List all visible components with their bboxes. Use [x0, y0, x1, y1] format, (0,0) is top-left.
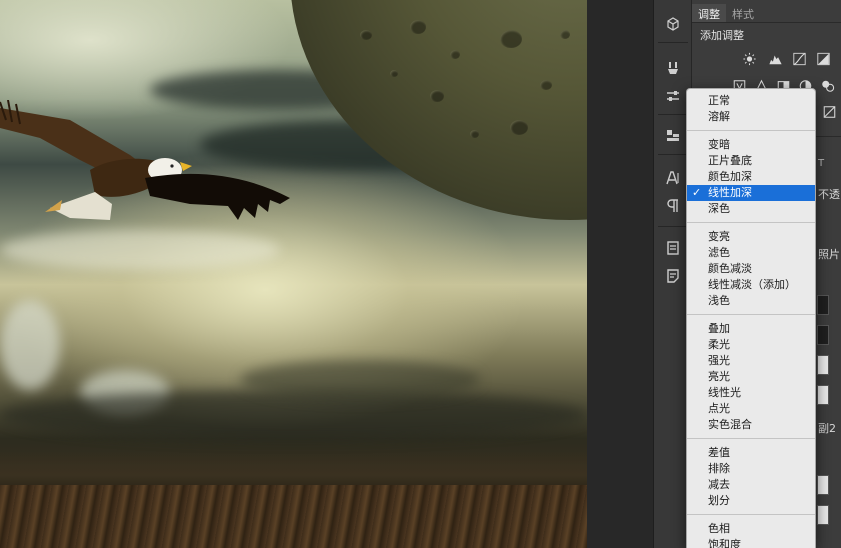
3d-icon[interactable] — [659, 12, 687, 36]
blend-mode-label: 排除 — [708, 462, 730, 475]
blend-mode-label: 线性加深 — [708, 186, 752, 199]
tab-styles[interactable]: 样式 — [726, 4, 760, 22]
canvas-gutter — [587, 0, 653, 548]
layer-thumbnail[interactable] — [817, 295, 829, 315]
adjust-icon[interactable] — [659, 84, 687, 108]
blend-mode-label: 亮光 — [708, 370, 730, 383]
panel-tabs: 调整 样式 — [692, 4, 760, 22]
blend-mode-label: 差值 — [708, 446, 730, 459]
blend-mode-label: 色相 — [708, 522, 730, 535]
blend-mode-option[interactable]: 亮光 — [687, 369, 815, 385]
layer-kind-filter-glyph[interactable]: T — [818, 158, 824, 169]
blend-mode-label: 变亮 — [708, 230, 730, 243]
blend-mode-option[interactable]: 滤色 — [687, 245, 815, 261]
eagle-image — [0, 100, 290, 220]
blend-mode-label: 溶解 — [708, 110, 730, 123]
layer-name-fragment: 副2 — [818, 422, 836, 435]
blend-mode-option[interactable]: 线性减淡（添加） — [687, 277, 815, 293]
blend-mode-label: 变暗 — [708, 138, 730, 151]
layer-thumbnail[interactable] — [817, 505, 829, 525]
blend-mode-label: 实色混合 — [708, 418, 752, 431]
cloud — [0, 390, 587, 440]
brush-preset-icon[interactable] — [659, 56, 687, 80]
moon — [290, 0, 587, 220]
blend-mode-option[interactable]: 差值 — [687, 445, 815, 461]
opacity-label: 不透 — [818, 188, 840, 201]
character-icon[interactable] — [659, 166, 687, 190]
blend-mode-label: 深色 — [708, 202, 730, 215]
menu-separator — [687, 514, 815, 515]
blend-mode-option[interactable]: 色相 — [687, 521, 815, 537]
brightness-icon[interactable] — [740, 51, 758, 67]
exposure-icon[interactable] — [814, 51, 832, 67]
blend-mode-option[interactable]: 溶解 — [687, 109, 815, 125]
blend-mode-option[interactable]: ✓ 线性加深 — [687, 185, 815, 201]
menu-separator — [687, 222, 815, 223]
menu-separator — [687, 438, 815, 439]
blend-mode-option[interactable]: 划分 — [687, 493, 815, 509]
blend-mode-option[interactable]: 正常 — [687, 93, 815, 109]
blend-mode-label: 叠加 — [708, 322, 730, 335]
blend-mode-label: 强光 — [708, 354, 730, 367]
blend-mode-label: 颜色减淡 — [708, 262, 752, 275]
curves-icon[interactable] — [790, 51, 808, 67]
blend-mode-option[interactable]: 深色 — [687, 201, 815, 217]
cloud — [240, 360, 480, 400]
rocky-ground — [0, 485, 587, 548]
blend-mode-option[interactable]: 饱和度 — [687, 537, 815, 548]
layer-thumbnail[interactable] — [817, 325, 829, 345]
document-canvas[interactable] — [0, 0, 587, 548]
blend-mode-label: 浅色 — [708, 294, 730, 307]
blend-mode-option[interactable]: 变亮 — [687, 229, 815, 245]
blend-mode-option[interactable]: 实色混合 — [687, 417, 815, 433]
blend-mode-label: 划分 — [708, 494, 730, 507]
blend-mode-option[interactable]: 浅色 — [687, 293, 815, 309]
tab-adjustments[interactable]: 调整 — [692, 4, 726, 22]
notes-icon[interactable] — [659, 264, 687, 288]
menu-separator — [687, 314, 815, 315]
blend-mode-label: 柔光 — [708, 338, 730, 351]
blend-mode-option[interactable]: 颜色减淡 — [687, 261, 815, 277]
blend-mode-label: 滤色 — [708, 246, 730, 259]
photo-filter-icon[interactable] — [818, 78, 836, 94]
blend-mode-option[interactable]: 正片叠底 — [687, 153, 815, 169]
gradient-map-icon[interactable] — [820, 104, 838, 120]
blend-mode-menu: 正常溶解变暗正片叠底颜色加深 ✓ 线性加深深色变亮滤色颜色减淡线性减淡（添加） 浅色叠… — [686, 88, 816, 548]
blend-mode-option[interactable]: 变暗 — [687, 137, 815, 153]
blend-mode-label: 饱和度 — [708, 538, 741, 548]
blend-mode-option[interactable]: 线性光 — [687, 385, 815, 401]
blend-mode-option[interactable]: 点光 — [687, 401, 815, 417]
blend-mode-label: 颜色加深 — [708, 170, 752, 183]
blend-mode-label: 点光 — [708, 402, 730, 415]
blend-mode-option[interactable]: 排除 — [687, 461, 815, 477]
checkmark-icon: ✓ — [692, 186, 702, 199]
layer-name-fragment: 照片 — [818, 248, 840, 261]
layer-thumbnail[interactable] — [817, 385, 829, 405]
blend-mode-option[interactable]: 柔光 — [687, 337, 815, 353]
layer-thumbnail[interactable] — [817, 475, 829, 495]
layer-thumbnail[interactable] — [817, 355, 829, 375]
add-adjustment-label: 添加调整 — [700, 29, 744, 42]
blend-mode-option[interactable]: 颜色加深 — [687, 169, 815, 185]
history-icon[interactable] — [659, 236, 687, 260]
blend-mode-label: 正常 — [708, 94, 730, 107]
blend-mode-option[interactable]: 强光 — [687, 353, 815, 369]
paragraph-icon[interactable] — [659, 194, 687, 218]
blend-mode-option[interactable]: 减去 — [687, 477, 815, 493]
menu-separator — [687, 130, 815, 131]
blend-mode-option[interactable]: 叠加 — [687, 321, 815, 337]
blend-mode-label: 减去 — [708, 478, 730, 491]
blend-mode-label: 正片叠底 — [708, 154, 752, 167]
layer-comps-icon[interactable] — [659, 124, 687, 148]
levels-icon[interactable] — [766, 51, 784, 67]
blend-mode-label: 线性减淡（添加） — [708, 278, 796, 291]
blend-mode-label: 线性光 — [708, 386, 741, 399]
cloud — [0, 300, 60, 390]
